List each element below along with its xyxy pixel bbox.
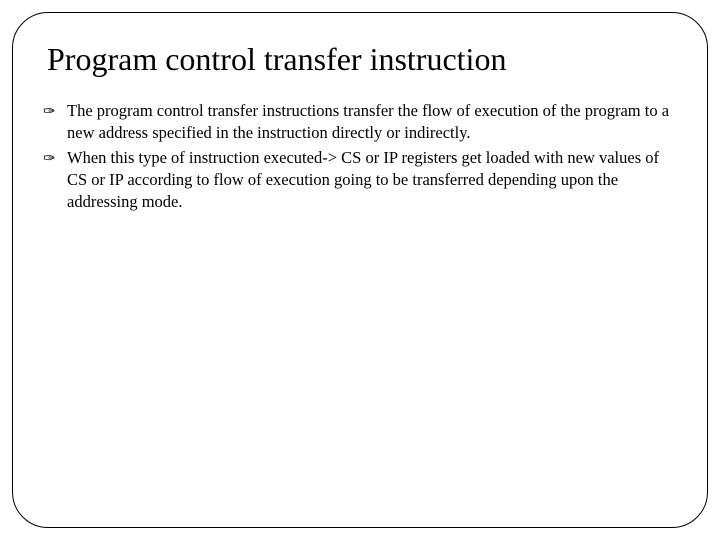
slide-frame: Program control transfer instruction ✑ T… [12,12,708,528]
bullet-icon: ✑ [43,102,56,122]
bullet-text: The program control transfer instruction… [67,101,669,142]
bullet-icon: ✑ [43,149,56,169]
list-item: ✑ When this type of instruction executed… [43,147,679,214]
slide-title: Program control transfer instruction [47,41,679,78]
list-item: ✑ The program control transfer instructi… [43,100,679,145]
bullet-text: When this type of instruction executed->… [67,148,659,212]
bullet-list: ✑ The program control transfer instructi… [41,100,679,213]
